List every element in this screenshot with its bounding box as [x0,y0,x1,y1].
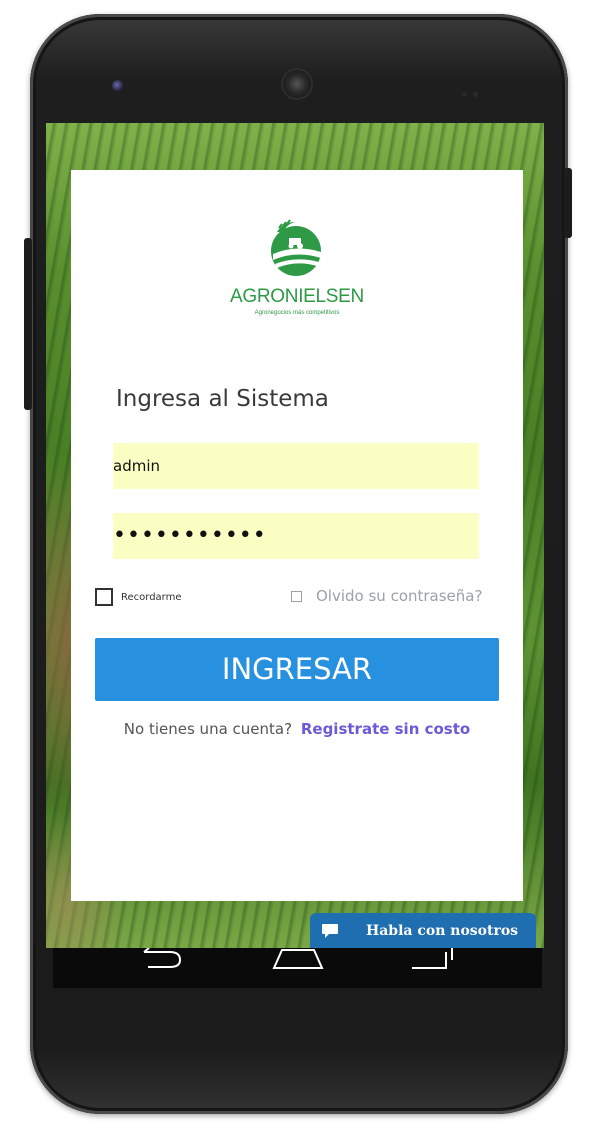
login-card: AGRONIELSEN Agronegocios más competitivo… [71,170,523,901]
volume-button [24,238,32,410]
logo-emblem-icon [271,219,321,276]
checkbox-icon[interactable] [95,588,113,606]
chat-widget-button[interactable]: Habla con nosotros [310,913,536,948]
remember-label: Recordarme [121,591,182,603]
signup-link[interactable]: Registrate sin costo [301,720,470,738]
front-camera-icon [112,80,124,92]
speaker-icon [283,70,311,98]
password-field[interactable]: ••••••••••• [113,513,479,559]
back-icon[interactable] [140,948,186,970]
remember-me-checkbox[interactable]: Recordarme [95,587,182,607]
chat-label: Habla con nosotros [366,922,519,939]
signup-prompt: No tienes una cuenta? [123,720,293,738]
username-field[interactable]: admin [113,443,479,489]
brand-logo: AGRONIELSEN Agronegocios más competitivo… [227,218,367,330]
forgot-password-label[interactable]: Olvido su contraseña? [316,587,482,605]
login-button[interactable]: INGRESAR [95,638,499,701]
sensors [462,84,484,97]
logo-tagline: Agronegocios más competitivos [254,310,340,316]
forgot-square-icon [291,590,302,602]
logo-wordmark: AGRONIELSEN [230,286,364,307]
home-icon[interactable] [272,948,324,970]
recent-apps-icon[interactable] [410,948,454,970]
signup-row: No tienes una cuenta? Registrate sin cos… [71,720,523,738]
chat-bubble-icon [310,913,350,948]
forgot-password-link[interactable]: Olvido su contraseña? [291,585,482,607]
power-button [564,168,572,238]
form-title: Ingresa al Sistema [116,386,329,412]
